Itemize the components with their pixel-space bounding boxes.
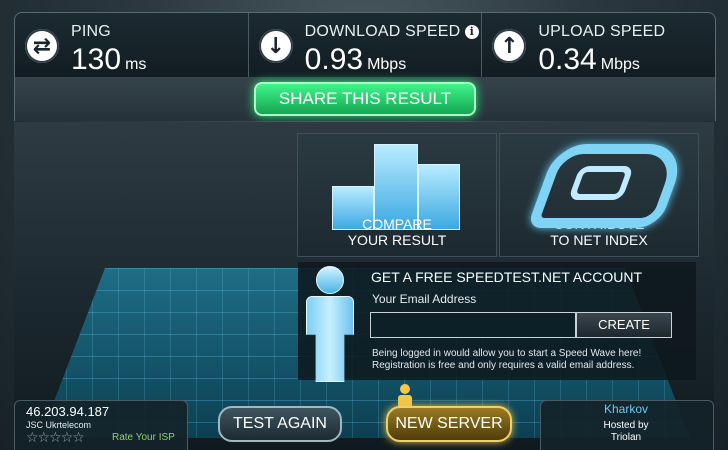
email-field[interactable] bbox=[370, 312, 576, 338]
download-label: DOWNLOAD SPEED bbox=[304, 23, 461, 40]
person-icon bbox=[304, 266, 354, 382]
speedtest-window: ⇄ PING 130 ms ↓ DOWNLOAD SPEED i 0.93 Mbps… bbox=[0, 0, 728, 450]
upload-stat: ↑ UPLOAD SPEED 0.34 Mbps bbox=[482, 13, 715, 77]
upload-label: UPLOAD SPEED bbox=[538, 23, 666, 40]
ping-value-row: 130 ms bbox=[71, 43, 146, 77]
account-panel: GET A FREE SPEEDTEST.NET ACCOUNT Your Em… bbox=[298, 262, 696, 380]
swap-arrows-icon: ⇄ bbox=[25, 29, 59, 63]
upload-arrow-icon: ↑ bbox=[492, 29, 527, 63]
hosted-by-label: Hosted by bbox=[603, 420, 649, 431]
test-again-button[interactable]: TEST AGAIN bbox=[218, 406, 342, 442]
host-name: Triolan bbox=[610, 432, 642, 443]
upload-unit: Mbps bbox=[600, 56, 640, 73]
download-arrow-icon: ↓ bbox=[258, 29, 293, 63]
ip-address: 46.203.94.187 bbox=[26, 404, 110, 419]
email-label: Your Email Address bbox=[372, 292, 477, 306]
upload-value: 0.34 bbox=[538, 43, 597, 76]
stats-bar: ⇄ PING 130 ms ↓ DOWNLOAD SPEED i 0.93 Mbps… bbox=[14, 12, 716, 78]
share-result-button[interactable]: SHARE THIS RESULT bbox=[254, 82, 476, 116]
create-button[interactable]: CREATE bbox=[576, 312, 672, 338]
ping-value: 130 bbox=[71, 43, 122, 76]
contribute-line2: TO NET INDEX bbox=[550, 232, 648, 248]
rate-isp-link[interactable]: Rate Your ISP bbox=[112, 432, 175, 443]
compare-tile-label: COMPARE YOUR RESULT bbox=[298, 216, 496, 248]
download-value: 0.93 bbox=[304, 43, 364, 76]
isp-name: JSC Ukrtelecom bbox=[26, 420, 92, 430]
info-icon[interactable]: i bbox=[464, 25, 479, 39]
note-line2: Registration is free and only requires a… bbox=[372, 360, 635, 371]
server-city: Kharkov bbox=[603, 402, 649, 416]
compare-line1: COMPARE bbox=[362, 216, 432, 232]
compare-tile[interactable]: COMPARE YOUR RESULT bbox=[297, 133, 497, 257]
ping-unit: ms bbox=[125, 56, 147, 73]
pin-head bbox=[400, 384, 410, 394]
server-host: Hosted by Triolan bbox=[540, 420, 712, 444]
account-note: Being logged in would allow you to start… bbox=[372, 348, 692, 372]
compare-line2: YOUR RESULT bbox=[347, 232, 447, 248]
download-stat: ↓ DOWNLOAD SPEED i 0.93 Mbps bbox=[249, 13, 483, 77]
rating-stars-icon[interactable]: ☆☆☆☆☆ bbox=[26, 430, 85, 446]
upload-value-row: 0.34 Mbps bbox=[538, 43, 640, 77]
download-value-row: 0.93 Mbps bbox=[305, 43, 407, 77]
person-head bbox=[316, 266, 344, 294]
person-body bbox=[306, 296, 354, 382]
ping-stat: ⇄ PING 130 ms bbox=[15, 13, 249, 77]
account-heading: GET A FREE SPEEDTEST.NET ACCOUNT bbox=[371, 269, 642, 285]
note-line1: Being logged in would allow you to start… bbox=[372, 348, 642, 359]
ping-label: PING bbox=[71, 23, 111, 40]
new-server-button[interactable]: NEW SERVER bbox=[386, 406, 512, 442]
download-unit: Mbps bbox=[367, 56, 407, 73]
